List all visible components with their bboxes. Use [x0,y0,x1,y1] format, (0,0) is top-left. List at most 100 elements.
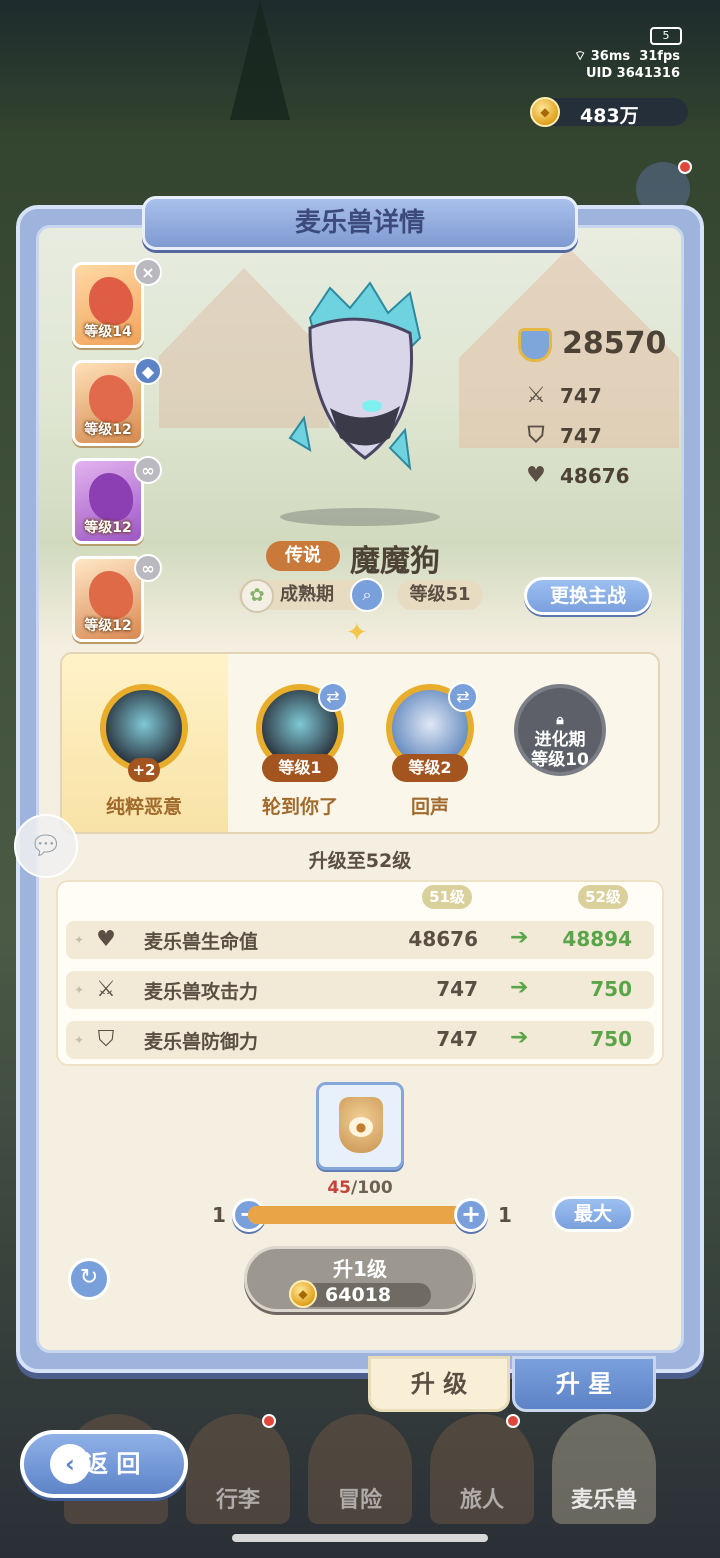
power-stat: 28570 [518,326,666,362]
skill-bonus: +2 [128,758,160,782]
rarity-badge: 传说 [266,541,340,571]
paw-icon: ● [349,1117,373,1137]
back-button[interactable]: ‹ 返 回 [20,1430,188,1498]
nav-monster[interactable]: 麦乐兽 [552,1414,656,1524]
nav-traveler[interactable]: 旅人 [430,1414,534,1524]
refresh-icon[interactable]: ↻ [68,1258,110,1300]
link-badge-icon: ∞ [134,554,162,582]
notification-dot [678,160,692,174]
remove-badge-icon[interactable]: × [134,258,162,286]
level-up-label: 升1级 [333,1257,387,1281]
skill-name: 轮到你了 [261,796,338,818]
row-new-value: 750 [590,977,632,1001]
row-new-value: 750 [590,1027,632,1051]
nav-bag[interactable]: 行李 [186,1414,290,1524]
defense-value: 747 [560,424,602,448]
roster-card[interactable]: 等级14 [72,262,144,348]
monster-shadow [280,508,440,526]
row-bullet-icon: ✦ [74,933,85,947]
ping-text: 36ms [590,49,631,64]
notification-dot [506,1414,520,1428]
upgrade-title: 升级至52级 [308,850,412,872]
shield-icon: ⛉ [97,1027,115,1052]
level-up-cost: ◆ 64018 [289,1280,431,1308]
locked-stage: 进化期 [534,730,586,750]
row-bullet-icon: ✦ [74,983,85,997]
swords-icon: ⚔ [526,383,546,408]
notification-dot [262,1414,276,1428]
table-row: ✦ ♥ 麦乐兽生命值 48676 ➔ 48894 [66,921,654,959]
hp-value: 48676 [560,464,630,488]
cost-value: 64018 [325,1284,392,1306]
defense-badge-icon: ◆ [134,357,162,385]
power-value: 28570 [562,326,667,361]
back-arrow-icon: ‹ [50,1444,90,1484]
shield-icon: ⛉ [527,423,545,448]
material-have: 45 [327,1178,351,1198]
qty-current: 1 [498,1203,512,1227]
roster-level: 等级14 [84,324,132,340]
monster-name: 魔魔狗 [350,544,440,579]
qty-min: 1 [212,1203,226,1227]
arrow-right-icon: ➔ [510,975,529,1000]
tab-star-up[interactable]: 升 星 [512,1356,656,1412]
magnifier-icon[interactable]: ⌕ [350,578,384,612]
fps-text: 31fps [639,49,680,64]
roster-level: 等级12 [84,618,132,634]
attack-value: 747 [560,384,602,408]
locked-skill-slot[interactable]: 🔒︎ 进化期 等级10 [514,684,606,776]
roster-level: 等级12 [84,422,132,438]
material-count: 45/100 [316,1178,404,1198]
gold-value: 483万 [580,105,639,127]
home-indicator[interactable] [232,1534,488,1542]
row-label: 麦乐兽生命值 [144,931,259,953]
roster-level: 等级12 [84,520,132,536]
monster-sprite [288,281,422,471]
next-level-tag: 52级 [578,885,628,909]
gold-counter: ◆ 483万 [530,97,688,127]
nav-label: 麦乐兽 [570,1488,637,1513]
monster-portrait [89,571,133,619]
slider-fill [248,1206,472,1224]
current-level-tag: 51级 [422,885,472,909]
back-label: 返 回 [84,1450,141,1478]
plus-button[interactable]: + [454,1198,488,1232]
wifi-icon: ⌔ [574,49,587,64]
row-old-value: 48676 [408,927,478,951]
uid-text: UID 3641316 [585,66,680,81]
nav-label: 旅人 [459,1488,504,1513]
skill-name: 纯粹恶意 [105,796,182,818]
monster-portrait [89,277,133,325]
lock-icon: 🔒︎ [556,712,564,728]
nav-label: 行李 [215,1488,260,1513]
coin-icon: ◆ [530,97,560,127]
skill-name: 回声 [410,796,449,818]
arrow-right-icon: ➔ [510,1025,529,1050]
max-button[interactable]: 最大 [552,1196,634,1232]
row-bullet-icon: ✦ [74,1033,85,1047]
switch-main-button[interactable]: 更换主战 [524,577,652,615]
panel-title: 麦乐兽详情 [294,208,425,238]
tab-level-up[interactable]: 升 级 [368,1356,510,1412]
row-old-value: 747 [436,1027,478,1051]
monster-level: 等级51 [397,580,483,610]
monster-portrait [89,473,133,521]
background-tree [230,0,290,120]
network-status: ⌔ 36ms 31fps UID 3641316 [574,48,680,82]
heart-icon: ♥ [526,463,546,488]
swap-icon[interactable]: ⇄ [448,682,478,712]
nav-adventure[interactable]: 冒险 [308,1414,412,1524]
row-old-value: 747 [436,977,478,1001]
material-need: /100 [350,1178,393,1198]
swords-icon: ⚔ [96,977,116,1002]
power-icon [518,328,552,362]
material-item[interactable]: ● [316,1082,404,1170]
table-row: ✦ ⛉ 麦乐兽防御力 747 ➔ 750 [66,1021,654,1059]
swap-icon[interactable]: ⇄ [318,682,348,712]
link-badge-icon: ∞ [134,456,162,484]
arrow-right-icon: ➔ [510,925,529,950]
table-row: ✦ ⚔ 麦乐兽攻击力 747 ➔ 750 [66,971,654,1009]
level-up-button[interactable]: 升1级 ◆ 64018 [244,1246,476,1312]
monster-portrait [89,375,133,423]
row-label: 麦乐兽防御力 [144,1031,259,1053]
